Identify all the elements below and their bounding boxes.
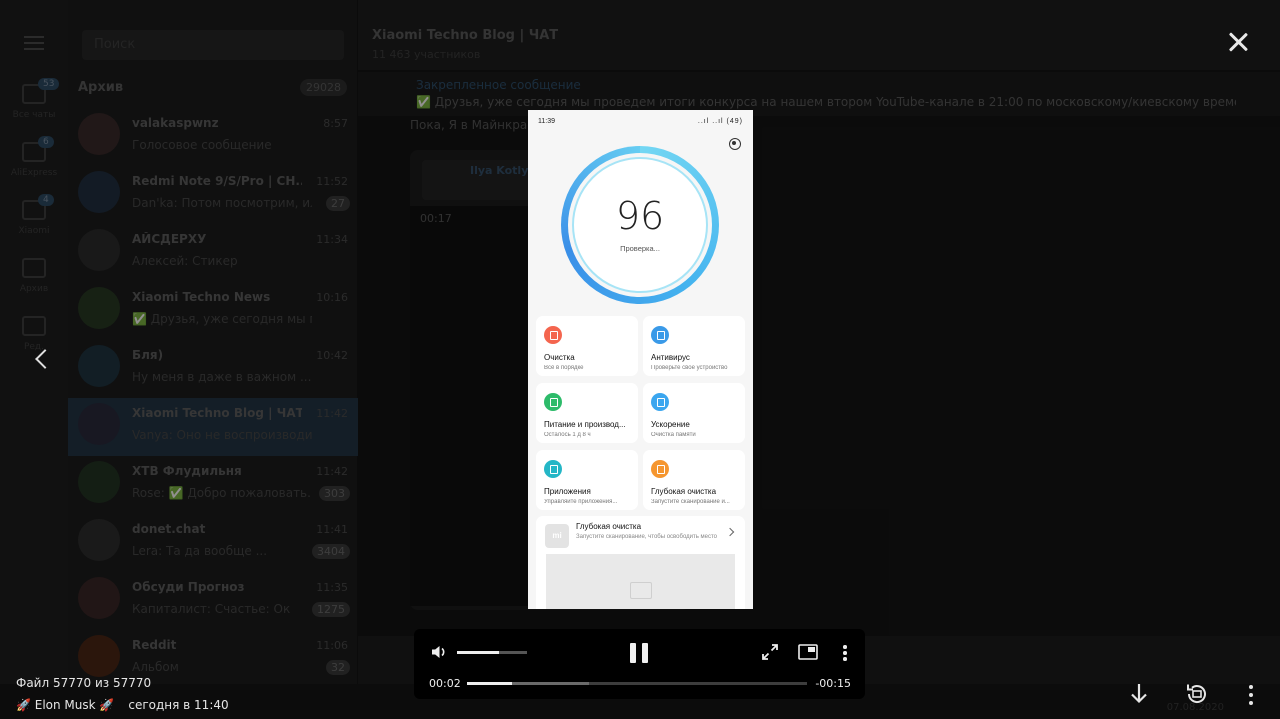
volume-slider[interactable] [457,651,527,654]
volume-icon[interactable] [430,643,448,661]
image-placeholder [546,554,735,609]
pause-button[interactable] [628,642,650,664]
file-counter: Файл 57770 из 57770 [16,676,152,690]
shield-icon [651,326,669,344]
picture-in-picture-icon[interactable] [798,644,818,660]
tile-deep-clean: Глубокая очистка Запустите сканирование … [643,450,745,510]
tile-boost: Ускорение Очистка памяти [643,383,745,443]
image-icon [630,582,652,599]
tile-cleaner: Очистка Всё в порядке [536,316,638,376]
tile-battery: Питание и производ... Осталось 1 д 8 ч [536,383,638,443]
score-ring: 96 Проверка... [561,146,719,304]
deep-clean-card: mi Глубокая очистка Запустите сканирован… [536,516,745,609]
viewer-more-icon[interactable] [1245,683,1259,707]
tile-antivirus: Антивирус Проверьте свое устройство [643,316,745,376]
video-frame[interactable]: 11:39 ..ıl ..ıl (49) 96 Проверка... Очис… [528,110,753,609]
rotate-icon[interactable] [1184,681,1210,707]
signal-indicators: ..ıl ..ıl (49) [697,118,743,125]
previous-media-icon[interactable] [30,344,54,374]
seek-bar[interactable] [467,682,807,685]
current-time: 00:02 [429,677,461,690]
checking-label: Проверка... [620,244,660,253]
close-icon[interactable] [1226,30,1250,54]
rocket-icon [651,393,669,411]
video-player-controls: 00:02 -00:15 [414,629,865,699]
status-time: 11:39 [538,118,555,125]
trash-icon [544,326,562,344]
media-viewer-screen: Все чаты 53 AliExpress 6 Xiaomi 4 Архив … [0,0,1280,719]
remaining-time: -00:15 [815,677,851,690]
sender-info[interactable]: 🚀 Elon Musk 🚀 сегодня в 11:40 [16,698,229,712]
battery-icon [544,393,562,411]
sender-name: 🚀 Elon Musk 🚀 [16,698,115,712]
gear-icon [729,138,741,150]
tile-apps: Приложения Управляйте приложения... [536,450,638,510]
message-date: сегодня в 11:40 [128,698,229,712]
security-score: 96 [615,194,665,238]
more-options-icon[interactable] [838,643,852,663]
chevron-right-icon [725,527,735,537]
mi-logo-icon: mi [545,524,569,548]
volume-level [457,651,499,654]
apps-grid-icon [544,460,562,478]
playback-progress [467,682,513,685]
bag-icon [651,460,669,478]
fullscreen-icon[interactable] [761,643,779,661]
download-icon[interactable] [1128,682,1150,706]
